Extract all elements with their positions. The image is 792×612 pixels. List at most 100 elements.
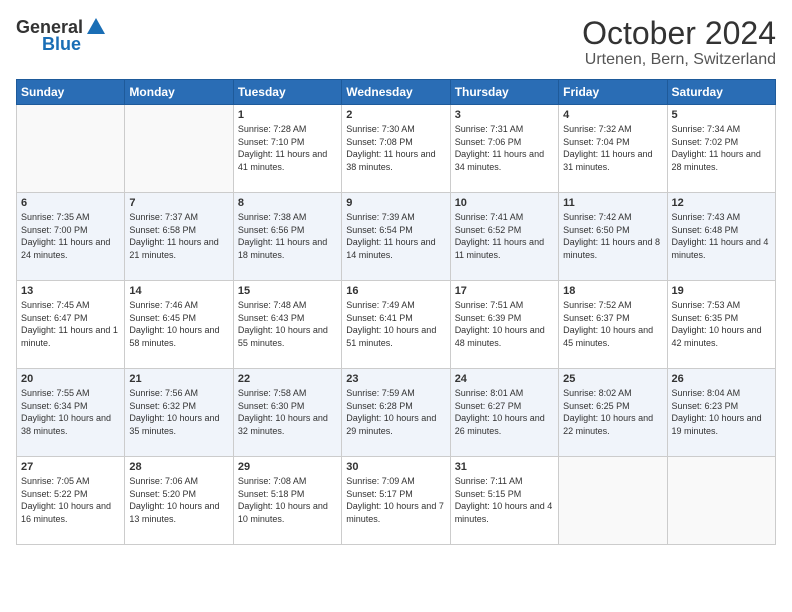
daylight-text: Daylight: 10 hours and 16 minutes. bbox=[21, 500, 120, 525]
sunset-text: Sunset: 7:00 PM bbox=[21, 224, 120, 237]
sunrise-text: Sunrise: 8:01 AM bbox=[455, 387, 554, 400]
sunset-text: Sunset: 6:56 PM bbox=[238, 224, 337, 237]
day-number: 22 bbox=[238, 373, 337, 385]
day-info: Sunrise: 7:42 AMSunset: 6:50 PMDaylight:… bbox=[563, 211, 662, 261]
day-number: 31 bbox=[455, 461, 554, 473]
daylight-text: Daylight: 10 hours and 10 minutes. bbox=[238, 500, 337, 525]
day-number: 4 bbox=[563, 109, 662, 121]
table-cell: 23 Sunrise: 7:59 AMSunset: 6:28 PMDayligh… bbox=[342, 369, 450, 457]
day-info: Sunrise: 7:35 AMSunset: 7:00 PMDaylight:… bbox=[21, 211, 120, 261]
table-cell: 25Sunrise: 8:02 AMSunset: 6:25 PMDayligh… bbox=[559, 369, 667, 457]
sunrise-text: Sunrise: 7:58 AM bbox=[238, 387, 337, 400]
sunrise-text: Sunrise: 7:59 AM bbox=[346, 387, 445, 400]
day-info: Sunrise: 7:45 AMSunset: 6:47 PMDaylight:… bbox=[21, 299, 120, 349]
sunrise-text: Sunrise: 7:31 AM bbox=[455, 123, 554, 136]
day-number: 24 bbox=[455, 373, 554, 385]
sunrise-text: Sunrise: 7:11 AM bbox=[455, 475, 554, 488]
sunrise-text: Sunrise: 7:05 AM bbox=[21, 475, 120, 488]
day-number: 7 bbox=[129, 197, 228, 209]
sunset-text: Sunset: 6:58 PM bbox=[129, 224, 228, 237]
daylight-text: Daylight: 10 hours and 13 minutes. bbox=[129, 500, 228, 525]
day-info: Sunrise: 7:34 AMSunset: 7:02 PMDaylight:… bbox=[672, 123, 771, 173]
day-info: Sunrise: 7:05 AMSunset: 5:22 PMDaylight:… bbox=[21, 475, 120, 525]
daylight-text: Daylight: 10 hours and 38 minutes. bbox=[21, 412, 120, 437]
sunrise-text: Sunrise: 7:28 AM bbox=[238, 123, 337, 136]
table-cell bbox=[667, 457, 775, 545]
table-cell: 12Sunrise: 7:43 AMSunset: 6:48 PMDayligh… bbox=[667, 193, 775, 281]
day-number: 20 bbox=[21, 373, 120, 385]
month-title: October 2024 bbox=[582, 16, 776, 51]
sunset-text: Sunset: 6:54 PM bbox=[346, 224, 445, 237]
sunset-text: Sunset: 6:37 PM bbox=[563, 312, 662, 325]
sunrise-text: Sunrise: 7:42 AM bbox=[563, 211, 662, 224]
day-number: 29 bbox=[238, 461, 337, 473]
col-friday: Friday bbox=[559, 80, 667, 105]
table-cell: 16Sunrise: 7:49 AMSunset: 6:41 PMDayligh… bbox=[342, 281, 450, 369]
sunrise-text: Sunrise: 7:43 AM bbox=[672, 211, 771, 224]
sunset-text: Sunset: 7:08 PM bbox=[346, 136, 445, 149]
day-number: 12 bbox=[672, 197, 771, 209]
day-info: Sunrise: 8:04 AMSunset: 6:23 PMDaylight:… bbox=[672, 387, 771, 437]
table-cell: 28 Sunrise: 7:06 AMSunset: 5:20 PMDayligh… bbox=[125, 457, 233, 545]
table-cell: 27 Sunrise: 7:05 AMSunset: 5:22 PMDayligh… bbox=[17, 457, 125, 545]
table-cell: 24 Sunrise: 8:01 AMSunset: 6:27 PMDayligh… bbox=[450, 369, 558, 457]
calendar-week-row: 27Sunrise: 7:05 AMSunset: 5:22 PMDayligh… bbox=[17, 457, 776, 545]
sunset-text: Sunset: 6:30 PM bbox=[238, 400, 337, 413]
sunset-text: Sunset: 5:22 PM bbox=[21, 488, 120, 501]
daylight-text: Daylight: 11 hours and 4 minutes. bbox=[672, 236, 771, 261]
day-info: Sunrise: 7:11 AMSunset: 5:15 PMDaylight:… bbox=[455, 475, 554, 525]
day-number: 3 bbox=[455, 109, 554, 121]
sunrise-text: Sunrise: 7:30 AM bbox=[346, 123, 445, 136]
day-info: Sunrise: 8:02 AMSunset: 6:25 PMDaylight:… bbox=[563, 387, 662, 437]
daylight-text: Daylight: 10 hours and 32 minutes. bbox=[238, 412, 337, 437]
daylight-text: Daylight: 10 hours and 7 minutes. bbox=[346, 500, 445, 525]
daylight-text: Daylight: 10 hours and 55 minutes. bbox=[238, 324, 337, 349]
day-number: 27 bbox=[21, 461, 120, 473]
sunrise-text: Sunrise: 8:02 AM bbox=[563, 387, 662, 400]
day-info: Sunrise: 7:56 AMSunset: 6:32 PMDaylight:… bbox=[129, 387, 228, 437]
sunrise-text: Sunrise: 7:38 AM bbox=[238, 211, 337, 224]
day-info: Sunrise: 7:58 AMSunset: 6:30 PMDaylight:… bbox=[238, 387, 337, 437]
sunset-text: Sunset: 7:10 PM bbox=[238, 136, 337, 149]
sunrise-text: Sunrise: 7:45 AM bbox=[21, 299, 120, 312]
col-saturday: Saturday bbox=[667, 80, 775, 105]
day-number: 13 bbox=[21, 285, 120, 297]
sunrise-text: Sunrise: 7:34 AM bbox=[672, 123, 771, 136]
location-title: Urtenen, Bern, Switzerland bbox=[582, 51, 776, 69]
daylight-text: Daylight: 11 hours and 28 minutes. bbox=[672, 148, 771, 173]
col-sunday: Sunday bbox=[17, 80, 125, 105]
table-cell: 31 Sunrise: 7:11 AMSunset: 5:15 PMDayligh… bbox=[450, 457, 558, 545]
table-cell: 4 Sunrise: 7:32 AMSunset: 7:04 PMDaylight… bbox=[559, 105, 667, 193]
day-number: 14 bbox=[129, 285, 228, 297]
day-number: 23 bbox=[346, 373, 445, 385]
day-info: Sunrise: 7:06 AMSunset: 5:20 PMDaylight:… bbox=[129, 475, 228, 525]
table-cell: 1Sunrise: 7:28 AMSunset: 7:10 PMDaylight… bbox=[233, 105, 341, 193]
day-info: Sunrise: 7:51 AMSunset: 6:39 PMDaylight:… bbox=[455, 299, 554, 349]
sunset-text: Sunset: 6:28 PM bbox=[346, 400, 445, 413]
day-info: Sunrise: 8:01 AMSunset: 6:27 PMDaylight:… bbox=[455, 387, 554, 437]
sunset-text: Sunset: 6:32 PM bbox=[129, 400, 228, 413]
sunset-text: Sunset: 5:15 PM bbox=[455, 488, 554, 501]
daylight-text: Daylight: 10 hours and 19 minutes. bbox=[672, 412, 771, 437]
day-number: 18 bbox=[563, 285, 662, 297]
sunset-text: Sunset: 6:34 PM bbox=[21, 400, 120, 413]
sunrise-text: Sunrise: 7:37 AM bbox=[129, 211, 228, 224]
table-cell: 20Sunrise: 7:55 AMSunset: 6:34 PMDayligh… bbox=[17, 369, 125, 457]
daylight-text: Daylight: 10 hours and 29 minutes. bbox=[346, 412, 445, 437]
sunrise-text: Sunrise: 7:53 AM bbox=[672, 299, 771, 312]
day-info: Sunrise: 7:52 AMSunset: 6:37 PMDaylight:… bbox=[563, 299, 662, 349]
day-number: 28 bbox=[129, 461, 228, 473]
table-cell: 21Sunrise: 7:56 AMSunset: 6:32 PMDayligh… bbox=[125, 369, 233, 457]
sunset-text: Sunset: 7:02 PM bbox=[672, 136, 771, 149]
day-info: Sunrise: 7:38 AMSunset: 6:56 PMDaylight:… bbox=[238, 211, 337, 261]
table-cell: 14Sunrise: 7:46 AMSunset: 6:45 PMDayligh… bbox=[125, 281, 233, 369]
sunset-text: Sunset: 6:50 PM bbox=[563, 224, 662, 237]
sunset-text: Sunset: 5:17 PM bbox=[346, 488, 445, 501]
table-cell: 30Sunrise: 7:09 AMSunset: 5:17 PMDayligh… bbox=[342, 457, 450, 545]
table-cell: 26Sunrise: 8:04 AMSunset: 6:23 PMDayligh… bbox=[667, 369, 775, 457]
daylight-text: Daylight: 11 hours and 31 minutes. bbox=[563, 148, 662, 173]
day-info: Sunrise: 7:31 AMSunset: 7:06 PMDaylight:… bbox=[455, 123, 554, 173]
day-info: Sunrise: 7:32 AMSunset: 7:04 PMDaylight:… bbox=[563, 123, 662, 173]
daylight-text: Daylight: 10 hours and 45 minutes. bbox=[563, 324, 662, 349]
col-thursday: Thursday bbox=[450, 80, 558, 105]
